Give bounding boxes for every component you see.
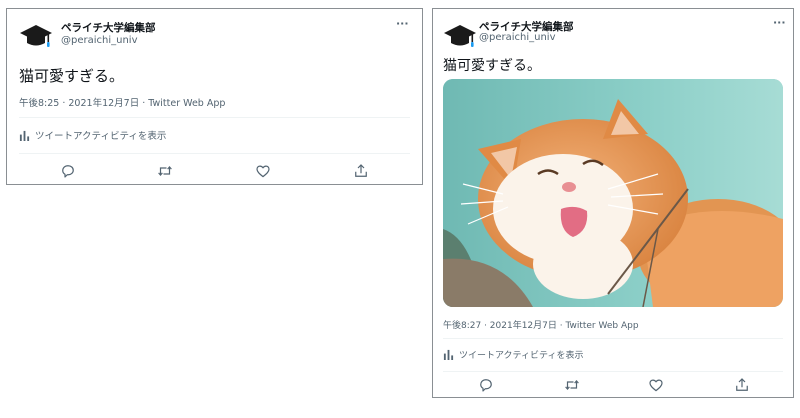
cat-photo[interactable] [443,79,783,307]
like-button[interactable] [254,162,272,180]
activity-label: ツイートアクティビティを表示 [459,351,584,361]
tweet-card-text-only[interactable]: ペライチ大学編集部 @peraichi_univ ··· 猫可愛すぎる。 午後8… [6,8,423,185]
avatar[interactable] [19,19,53,53]
reply-button[interactable] [59,162,77,180]
tweet-text: 猫可愛すぎる。 [443,58,541,74]
retweet-button[interactable] [563,376,581,394]
avatar[interactable] [443,19,477,53]
divider [19,153,410,154]
cat-image [443,79,783,307]
heart-icon [649,379,663,392]
graduation-cap-icon [20,25,52,47]
activity-label: ツイートアクティビティを表示 [35,131,167,142]
divider [443,371,783,372]
view-activity-link[interactable]: ツイートアクティビティを表示 [443,348,583,361]
view-activity-link[interactable]: ツイートアクティビティを表示 [19,128,166,142]
speech-bubble-icon [480,379,492,392]
tweet-meta[interactable]: 午後8:27 · 2021年12月7日 · Twitter Web App [443,318,639,331]
tweet-card-with-image[interactable]: ペライチ大学編集部 @peraichi_univ ··· 猫可愛すぎる。 午後8… [432,8,794,398]
graduation-cap-icon [444,25,476,47]
retweet-button[interactable] [156,162,174,180]
share-upload-icon [355,164,367,177]
bar-chart-icon [19,130,30,141]
retweet-icon [565,379,579,391]
divider [19,117,410,118]
more-options-icon[interactable]: ··· [773,16,786,29]
share-upload-icon [736,378,748,391]
speech-bubble-icon [62,165,74,178]
like-button[interactable] [647,376,665,394]
tweet-meta[interactable]: 午後8:25 · 2021年12月7日 · Twitter Web App [19,95,225,109]
retweet-icon [158,165,172,177]
account-handle[interactable]: @peraichi_univ [61,35,138,46]
account-name[interactable]: ペライチ大学編集部 [61,20,156,35]
tweet-text: 猫可愛すぎる。 [19,67,125,85]
account-handle[interactable]: @peraichi_univ [479,32,556,43]
heart-icon [256,165,270,178]
bar-chart-icon [443,349,454,360]
reply-button[interactable] [477,376,495,394]
share-button[interactable] [352,162,370,180]
divider [443,338,783,339]
share-button[interactable] [733,376,751,394]
more-options-icon[interactable]: ··· [396,17,409,30]
